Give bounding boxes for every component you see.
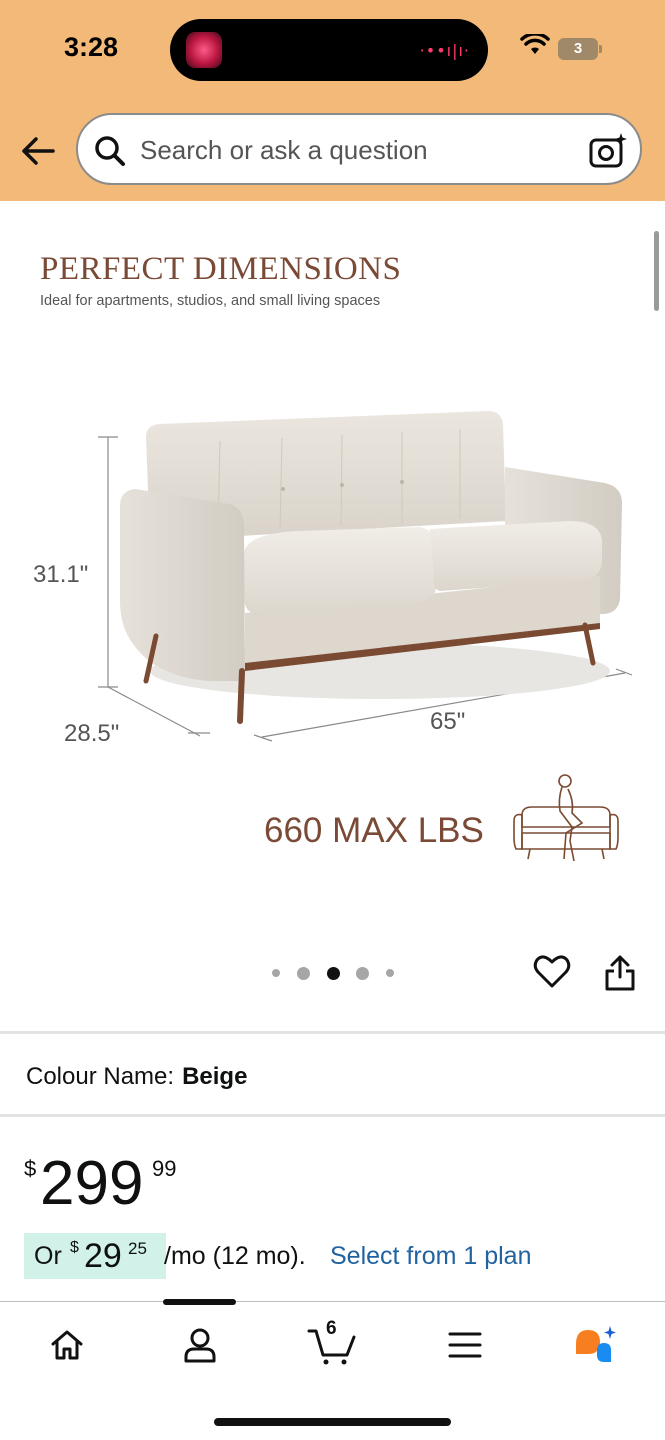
nav-cart[interactable]: 6 [304,1318,360,1368]
carousel-dot[interactable] [296,966,310,980]
header: 3:28 ·••ı|ı· 3 [0,0,665,201]
home-indicator [214,1418,451,1426]
installment-whole: 29 [84,1237,122,1275]
select-plan-link[interactable]: Select from 1 plan [330,1242,532,1271]
price-currency: $ [24,1156,37,1181]
live-activity-app-icon [186,32,222,68]
installment-term: /mo (12 mo). [164,1242,306,1270]
price-whole: 299 [40,1149,144,1218]
installment-currency: $ [70,1239,79,1256]
weight-capacity-label: 660 MAX LBS [264,811,484,850]
scroll-indicator [654,231,659,311]
nav-account[interactable] [172,1322,228,1368]
bottom-nav: 6 [0,1299,665,1440]
carousel-dots[interactable] [272,966,394,980]
price-fraction: 99 [152,1156,177,1181]
image-title: PERFECT DIMENSIONS [40,251,402,287]
carousel-dot[interactable] [386,969,394,977]
search-icon [95,136,125,166]
seated-person-sofa-icon [513,774,619,862]
search-input[interactable] [140,135,580,165]
section-divider [0,1114,665,1117]
colour-value: Beige [182,1063,248,1090]
colour-selector[interactable]: Colour Name: Beige [26,1063,247,1091]
image-subtitle: Ideal for apartments, studios, and small… [40,293,381,309]
wifi-icon [520,34,550,54]
cart-count-badge: 6 [326,1318,337,1339]
audio-wave-icon: ·••ı|ı· [419,41,470,60]
dynamic-island: ·••ı|ı· [170,19,488,81]
width-dimension-label: 65" [430,708,466,735]
battery-tip [599,45,602,53]
installment-fraction: 25 [128,1239,147,1258]
sofa-product-image [98,411,633,742]
home-icon [51,1330,83,1360]
depth-dimension-label: 28.5" [64,720,120,747]
active-tab-indicator [163,1299,236,1305]
menu-icon [448,1332,482,1358]
section-divider [0,1031,665,1034]
installment-prefix: Or [34,1242,62,1270]
carousel-dot[interactable] [356,966,370,980]
share-icon[interactable] [603,953,637,993]
nav-menu[interactable] [437,1322,493,1368]
carousel-dot[interactable] [272,969,280,977]
status-time: 3:28 [64,32,119,62]
camera-search-icon[interactable] [588,131,628,171]
nav-rufus[interactable] [568,1322,624,1368]
height-dimension-label: 31.1" [33,561,89,588]
rufus-assistant-icon [576,1326,616,1362]
heart-icon[interactable] [533,953,571,991]
account-icon [184,1328,216,1363]
colour-label: Colour Name: [26,1063,175,1090]
product-image-carousel[interactable]: PERFECT DIMENSIONS Ideal for apartments,… [0,201,665,1011]
battery-indicator: 3 [558,38,598,60]
search-bar[interactable] [76,113,642,185]
carousel-dot-active[interactable] [326,966,340,980]
installment-plan: Or $ 29 25 /mo (12 mo). Select from 1 pl… [24,1233,644,1279]
back-arrow-icon[interactable] [20,131,56,171]
nav-home[interactable] [39,1322,95,1368]
